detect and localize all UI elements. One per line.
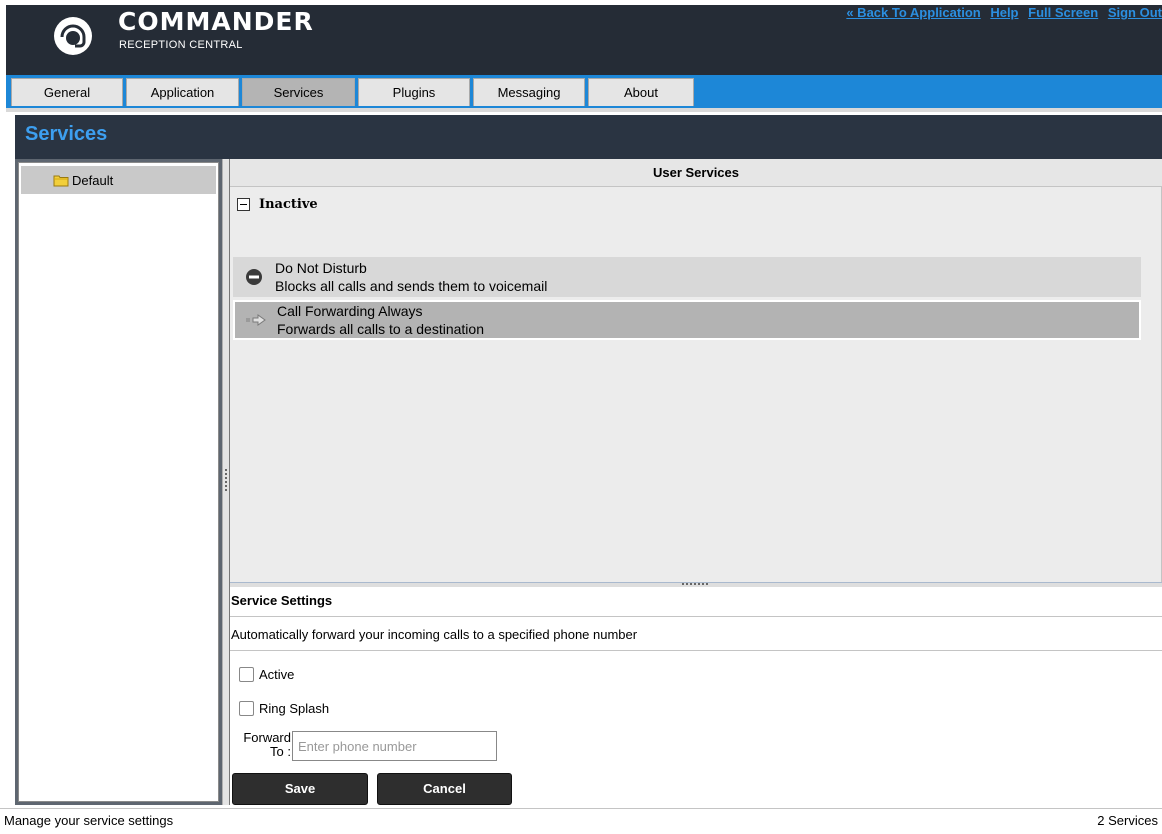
service-row-do-not-disturb[interactable]: Do Not Disturb Blocks all calls and send… (233, 257, 1141, 297)
tab-application[interactable]: Application (126, 78, 239, 106)
cancel-button[interactable]: Cancel (377, 773, 512, 805)
folder-icon (53, 175, 69, 186)
ring-splash-checkbox[interactable] (239, 701, 254, 716)
services-count: 2 Services (1097, 813, 1158, 828)
right-panel: User Services Inactive Do Not Disturb Bl… (229, 159, 1162, 805)
forward-label-line2: To : (270, 744, 291, 759)
vertical-splitter[interactable] (222, 159, 229, 805)
forward-to-input[interactable] (292, 731, 497, 761)
collapse-icon[interactable] (237, 198, 250, 211)
call-forward-icon (246, 314, 266, 326)
status-message: Manage your service settings (4, 813, 174, 828)
services-list: Inactive Do Not Disturb Blocks all calls… (230, 187, 1162, 582)
group-label: Inactive (259, 197, 318, 212)
group-inactive[interactable]: Inactive (237, 197, 318, 212)
tab-separator (6, 108, 1162, 112)
service-description: Blocks all calls and sends them to voice… (275, 278, 548, 294)
brand-subtitle: RECEPTION CENTRAL (119, 39, 243, 51)
service-profile-tree: Default (18, 162, 219, 802)
section-header: Services (15, 115, 1162, 159)
status-bar: Manage your service settings 2 Services (0, 808, 1162, 834)
tab-messaging[interactable]: Messaging (473, 78, 585, 106)
forward-label-line1: Forward (243, 730, 291, 745)
ring-splash-label: Ring Splash (259, 701, 330, 716)
tab-bar: General Application Services Plugins Mes… (6, 75, 1162, 108)
active-checkbox-row[interactable]: Active (239, 667, 294, 682)
back-to-application-link[interactable]: « Back To Application (846, 5, 980, 20)
user-services-header: User Services (230, 159, 1162, 187)
tab-about[interactable]: About (588, 78, 694, 106)
splitter-grip-icon (682, 583, 708, 585)
section-title: Services (25, 123, 108, 145)
service-settings-header: Service Settings (230, 587, 1162, 617)
tab-plugins[interactable]: Plugins (358, 78, 470, 106)
full-screen-link[interactable]: Full Screen (1028, 5, 1098, 20)
forward-to-label: Forward To : (233, 731, 291, 759)
help-link[interactable]: Help (990, 5, 1018, 20)
brand-name: COMMANDER (118, 7, 314, 36)
top-links: « Back To Application Help Full Screen S… (840, 5, 1162, 20)
save-button[interactable]: Save (232, 773, 368, 805)
left-panel: Default (15, 159, 222, 805)
service-description: Forwards all calls to a destination (277, 321, 484, 337)
service-row-call-forwarding-always[interactable]: Call Forwarding Always Forwards all call… (233, 300, 1141, 340)
ring-splash-checkbox-row[interactable]: Ring Splash (239, 701, 329, 716)
service-name: Call Forwarding Always (277, 303, 423, 319)
tree-item-label: Default (72, 172, 114, 188)
tree-item-default[interactable]: Default (21, 166, 216, 194)
app-header: COMMANDER RECEPTION CENTRAL « Back To Ap… (6, 5, 1162, 75)
service-name: Do Not Disturb (275, 260, 367, 276)
tab-services[interactable]: Services (242, 78, 355, 106)
sign-out-link[interactable]: Sign Out (1108, 5, 1162, 20)
tab-general[interactable]: General (11, 78, 123, 106)
active-checkbox[interactable] (239, 667, 254, 682)
active-label: Active (259, 667, 295, 682)
splitter-grip-icon (225, 469, 227, 491)
service-settings-description: Automatically forward your incoming call… (230, 619, 1162, 651)
do-not-disturb-icon (246, 269, 262, 285)
commander-logo-icon (54, 17, 92, 55)
